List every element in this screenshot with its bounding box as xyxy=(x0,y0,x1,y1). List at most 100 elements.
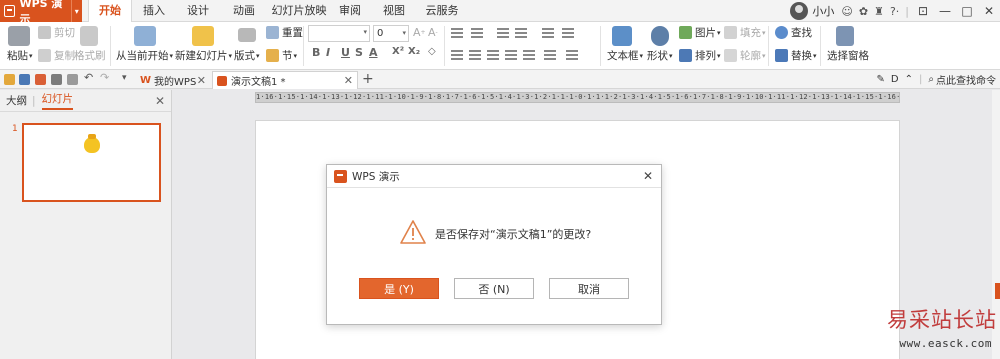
text-direction-icon[interactable] xyxy=(544,50,556,60)
customize-dropdown-icon[interactable]: ▾ xyxy=(122,73,133,84)
dialog-message: 是否保存对“演示文稿1”的更改? xyxy=(435,228,592,241)
tab-cloud-service[interactable]: 云服务 xyxy=(422,0,462,22)
align-left-icon[interactable] xyxy=(451,50,463,60)
subscript-button[interactable]: X₂ xyxy=(408,46,420,57)
redo-icon[interactable]: ↷ xyxy=(100,71,111,84)
shirt-icon[interactable]: ♜ xyxy=(874,5,884,18)
new-slide-icon xyxy=(192,26,214,46)
superscript-button[interactable]: X² xyxy=(392,46,404,57)
cut-button[interactable]: 剪切 xyxy=(38,25,75,40)
yes-button[interactable]: 是 (Y) xyxy=(359,278,439,299)
font-size-select[interactable]: 0 ▾ xyxy=(373,25,409,42)
close-icon[interactable]: ✕ xyxy=(978,0,1000,22)
skin-icon[interactable]: ☺ xyxy=(841,5,852,18)
tab-design[interactable]: 设计 xyxy=(180,0,216,22)
select-pane-button[interactable]: 选择窗格 xyxy=(827,48,869,63)
search-icon[interactable]: ⌕ xyxy=(928,74,934,85)
print-icon[interactable] xyxy=(51,74,62,85)
shrink-font-button[interactable]: A- xyxy=(428,26,438,39)
tab-my-wps[interactable]: W 我的WPS ✕ xyxy=(136,71,210,89)
arrange-button[interactable]: 排列 ▾ xyxy=(679,48,721,63)
replace-button[interactable]: 替换 ▾ xyxy=(775,48,817,63)
divider: | xyxy=(919,74,923,85)
user-name[interactable]: 小小 xyxy=(812,3,834,19)
new-tab-icon[interactable]: + xyxy=(362,71,374,87)
save-icon[interactable] xyxy=(19,74,30,85)
underline-button[interactable]: U xyxy=(341,46,350,59)
tab-review[interactable]: 审阅 xyxy=(334,0,366,22)
app-menu-button[interactable]: WPS 演示 ▾ xyxy=(0,0,82,26)
bullet-list-icon[interactable] xyxy=(451,28,463,38)
increase-indent-icon[interactable] xyxy=(515,28,527,38)
align-center-icon[interactable] xyxy=(469,50,481,60)
shape-icon xyxy=(651,26,669,46)
find-icon xyxy=(775,26,788,39)
money-bag-icon xyxy=(84,134,100,153)
avatar[interactable] xyxy=(790,2,809,20)
play-from-current-button[interactable]: 从当前开始 ▾ xyxy=(116,48,173,63)
tab-home[interactable]: 开始 xyxy=(88,0,132,23)
tab-outline[interactable]: 大纲 xyxy=(6,93,27,108)
shape-button[interactable]: 形状 ▾ xyxy=(647,48,673,63)
export-pdf-icon[interactable] xyxy=(35,74,46,85)
maximize-icon[interactable]: □ xyxy=(956,0,978,22)
close-panel-icon[interactable]: ✕ xyxy=(155,94,165,108)
justify-icon[interactable] xyxy=(505,50,517,60)
layout-button[interactable]: 版式 ▾ xyxy=(234,48,260,63)
dialog-close-icon[interactable]: ✕ xyxy=(643,169,653,183)
help-icon[interactable]: ?· xyxy=(890,5,899,18)
app-menu-dropdown-icon[interactable]: ▾ xyxy=(70,0,82,22)
minimize-icon[interactable]: — xyxy=(934,0,956,22)
fill-button[interactable]: 填充 ▾ xyxy=(724,25,766,40)
find-button[interactable]: 查找 xyxy=(775,25,812,40)
share-icon[interactable]: D xyxy=(891,74,899,85)
text-align-icon[interactable] xyxy=(566,50,578,60)
columns-icon[interactable] xyxy=(562,28,574,38)
side-indicator xyxy=(995,283,1000,299)
settings-icon[interactable]: ✿ xyxy=(859,5,868,18)
reset-button[interactable]: 重置 xyxy=(266,25,303,40)
no-button[interactable]: 否 (N) xyxy=(454,278,534,299)
restore-icon[interactable]: ⊡ xyxy=(912,0,934,22)
picture-button[interactable]: 图片 ▾ xyxy=(679,25,721,40)
shadow-button[interactable]: S xyxy=(355,46,363,59)
search-command-field[interactable]: 点此查找命令 xyxy=(936,72,996,87)
open-icon[interactable] xyxy=(4,74,15,85)
bold-button[interactable]: B xyxy=(312,46,320,59)
close-icon[interactable]: ✕ xyxy=(344,74,353,87)
pin-icon[interactable]: ✎ xyxy=(877,74,885,85)
tab-insert[interactable]: 插入 xyxy=(136,0,172,22)
decrease-indent-icon[interactable] xyxy=(497,28,509,38)
section-button[interactable]: 节 ▾ xyxy=(266,48,297,63)
grow-font-button[interactable]: A + xyxy=(413,26,426,39)
divider: | xyxy=(32,94,36,107)
new-slide-button[interactable]: 新建幻灯片 ▾ xyxy=(175,48,232,63)
numbered-list-icon[interactable] xyxy=(471,28,483,38)
copy-button[interactable]: 复制 xyxy=(38,48,75,63)
distribute-icon[interactable] xyxy=(523,50,535,60)
undo-icon[interactable]: ↶ xyxy=(84,71,95,84)
line-spacing-icon[interactable] xyxy=(542,28,554,38)
watermark: 易采站长站 www.easck.com xyxy=(880,303,1000,359)
tab-view[interactable]: 视图 xyxy=(378,0,410,22)
close-icon[interactable]: ✕ xyxy=(197,74,206,87)
clear-format-button[interactable]: ◇ xyxy=(428,46,436,57)
format-painter-button[interactable]: 格式刷 xyxy=(74,48,106,63)
font-name-select[interactable]: ▾ xyxy=(308,25,370,42)
paste-button[interactable]: 粘贴 ▾ xyxy=(7,48,33,63)
align-right-icon[interactable] xyxy=(487,50,499,60)
print-preview-icon[interactable] xyxy=(67,74,78,85)
text-box-button[interactable]: 文本框 ▾ xyxy=(607,48,643,63)
select-pane-icon xyxy=(836,26,854,46)
collapse-ribbon-icon[interactable]: ⌃ xyxy=(905,74,913,85)
tab-slideshow[interactable]: 幻灯片放映 xyxy=(270,0,328,22)
font-color-button[interactable]: A xyxy=(369,46,378,59)
horizontal-ruler[interactable]: 1·16·1·15·1·14·1·13·1·12·1·11·1·10·1·9·1… xyxy=(255,92,900,103)
tab-slides[interactable]: 幻灯片 xyxy=(41,91,74,110)
tab-current-document[interactable]: 演示文稿1 * ✕ xyxy=(212,71,358,89)
cancel-button[interactable]: 取消 xyxy=(549,278,629,299)
outline-button[interactable]: 轮廓 ▾ xyxy=(724,48,766,63)
italic-button[interactable]: I xyxy=(326,46,330,59)
slide-thumbnail[interactable] xyxy=(22,123,161,202)
tab-animation[interactable]: 动画 xyxy=(226,0,262,22)
